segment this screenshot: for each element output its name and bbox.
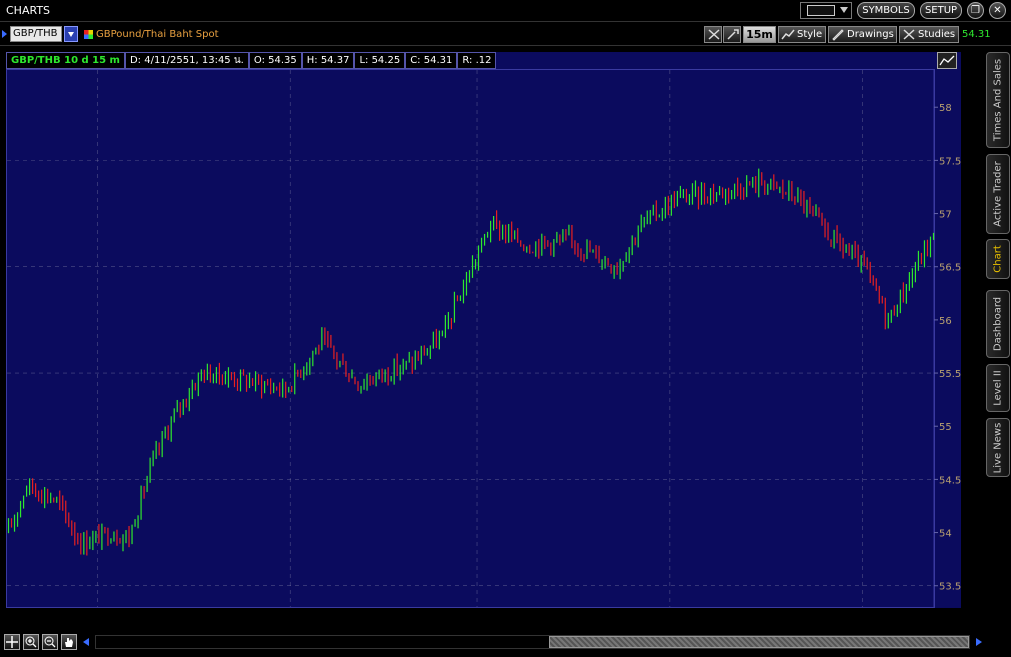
info-high: H: 54.37 xyxy=(301,52,355,69)
y-tick-label: 54 xyxy=(939,529,952,540)
zoom-out-button[interactable] xyxy=(42,634,58,650)
tab-level-ii[interactable]: Level II xyxy=(986,364,1010,412)
symbol-dropdown-button[interactable] xyxy=(64,26,78,42)
pencil-icon xyxy=(832,29,844,41)
scroll-left-icon[interactable] xyxy=(83,638,89,646)
line-chart-icon xyxy=(781,29,795,40)
y-tick-label: 58 xyxy=(939,103,952,114)
restore-icon[interactable]: ❐ xyxy=(967,2,984,19)
info-open: O: 54.35 xyxy=(248,52,302,69)
info-close: C: 54.31 xyxy=(405,52,458,69)
info-symbol-period: GBP/THB 10 d 15 m xyxy=(6,52,125,69)
close-icon[interactable]: ✕ xyxy=(989,2,1006,19)
tools-button[interactable] xyxy=(723,26,741,43)
chart-background xyxy=(6,52,961,608)
drawings-button[interactable]: Drawings xyxy=(828,26,897,43)
zoom-in-button[interactable] xyxy=(23,634,39,650)
scroll-thumb[interactable] xyxy=(549,636,969,648)
info-range: R: .12 xyxy=(457,52,497,69)
link-color-selector[interactable] xyxy=(800,2,852,19)
zoom-in-icon xyxy=(25,636,37,648)
mini-chart-icon xyxy=(939,55,955,66)
y-tick-label: 56 xyxy=(939,316,952,327)
chevron-down-icon xyxy=(840,7,848,13)
tab-active-trader[interactable]: Active Trader xyxy=(986,154,1010,234)
y-tick-label: 56.5 xyxy=(939,263,961,274)
y-tick-label: 55.5 xyxy=(939,369,961,380)
hand-tool-button[interactable] xyxy=(61,634,77,650)
instrument-name: GBPound/Thai Baht Spot xyxy=(96,29,219,40)
symbol-toolbar: GBP/THB GBPound/Thai Baht Spot 15m Style… xyxy=(0,23,1011,46)
crosshair-icon xyxy=(6,636,18,648)
tab-live-news[interactable]: Live News xyxy=(986,418,1010,477)
wrench-icon xyxy=(727,29,739,40)
price-chart[interactable]: 53.55454.55555.55656.55757.558พ.พฤ.ศ.ส.อ… xyxy=(6,52,961,608)
y-tick-label: 53.5 xyxy=(939,582,961,593)
studies-button[interactable]: Studies xyxy=(899,26,959,43)
drawings-label: Drawings xyxy=(847,29,894,40)
symbols-button[interactable]: SYMBOLS xyxy=(857,2,915,19)
chart-scrollbar xyxy=(0,630,1011,657)
crosshair-tool-button[interactable] xyxy=(704,26,722,43)
instrument-icon xyxy=(84,30,93,39)
studies-icon xyxy=(903,29,915,40)
interval-button[interactable]: 15m xyxy=(743,26,776,43)
scroll-right-icon[interactable] xyxy=(976,638,982,646)
scroll-track[interactable] xyxy=(95,635,970,649)
pan-button[interactable] xyxy=(4,634,20,650)
setup-button[interactable]: SETUP xyxy=(920,2,962,19)
info-date: D: 4/11/2551, 13:45 น. xyxy=(124,52,249,69)
y-tick-label: 54.5 xyxy=(939,475,961,486)
chart-mode-button[interactable] xyxy=(937,52,957,69)
tab-times-and-sales[interactable]: Times And Sales xyxy=(986,52,1010,148)
info-low: L: 54.25 xyxy=(354,52,406,69)
hand-icon xyxy=(65,638,73,647)
last-price: 54.31 xyxy=(962,29,991,40)
side-tabs: Times And Sales Active Trader Chart Dash… xyxy=(986,52,1011,477)
zoom-out-icon xyxy=(44,636,56,648)
title-bar: CHARTS SYMBOLS SETUP ❐ ✕ xyxy=(0,0,1011,22)
y-tick-label: 55 xyxy=(939,422,952,433)
expand-arrow-icon[interactable] xyxy=(2,30,7,38)
window-title: CHARTS xyxy=(6,4,51,17)
tab-dashboard[interactable]: Dashboard xyxy=(986,290,1010,358)
symbol-input[interactable]: GBP/THB xyxy=(10,26,62,42)
y-tick-label: 57 xyxy=(939,210,952,221)
y-tick-label: 57.5 xyxy=(939,156,961,167)
style-label: Style xyxy=(797,29,823,40)
studies-label: Studies xyxy=(918,29,956,40)
scissors-icon xyxy=(708,29,720,40)
style-button[interactable]: Style xyxy=(778,26,826,43)
ohlc-info-strip: GBP/THB 10 d 15 m D: 4/11/2551, 13:45 น.… xyxy=(6,52,497,69)
tab-chart[interactable]: Chart xyxy=(986,239,1010,279)
link-color-swatch xyxy=(807,5,835,16)
